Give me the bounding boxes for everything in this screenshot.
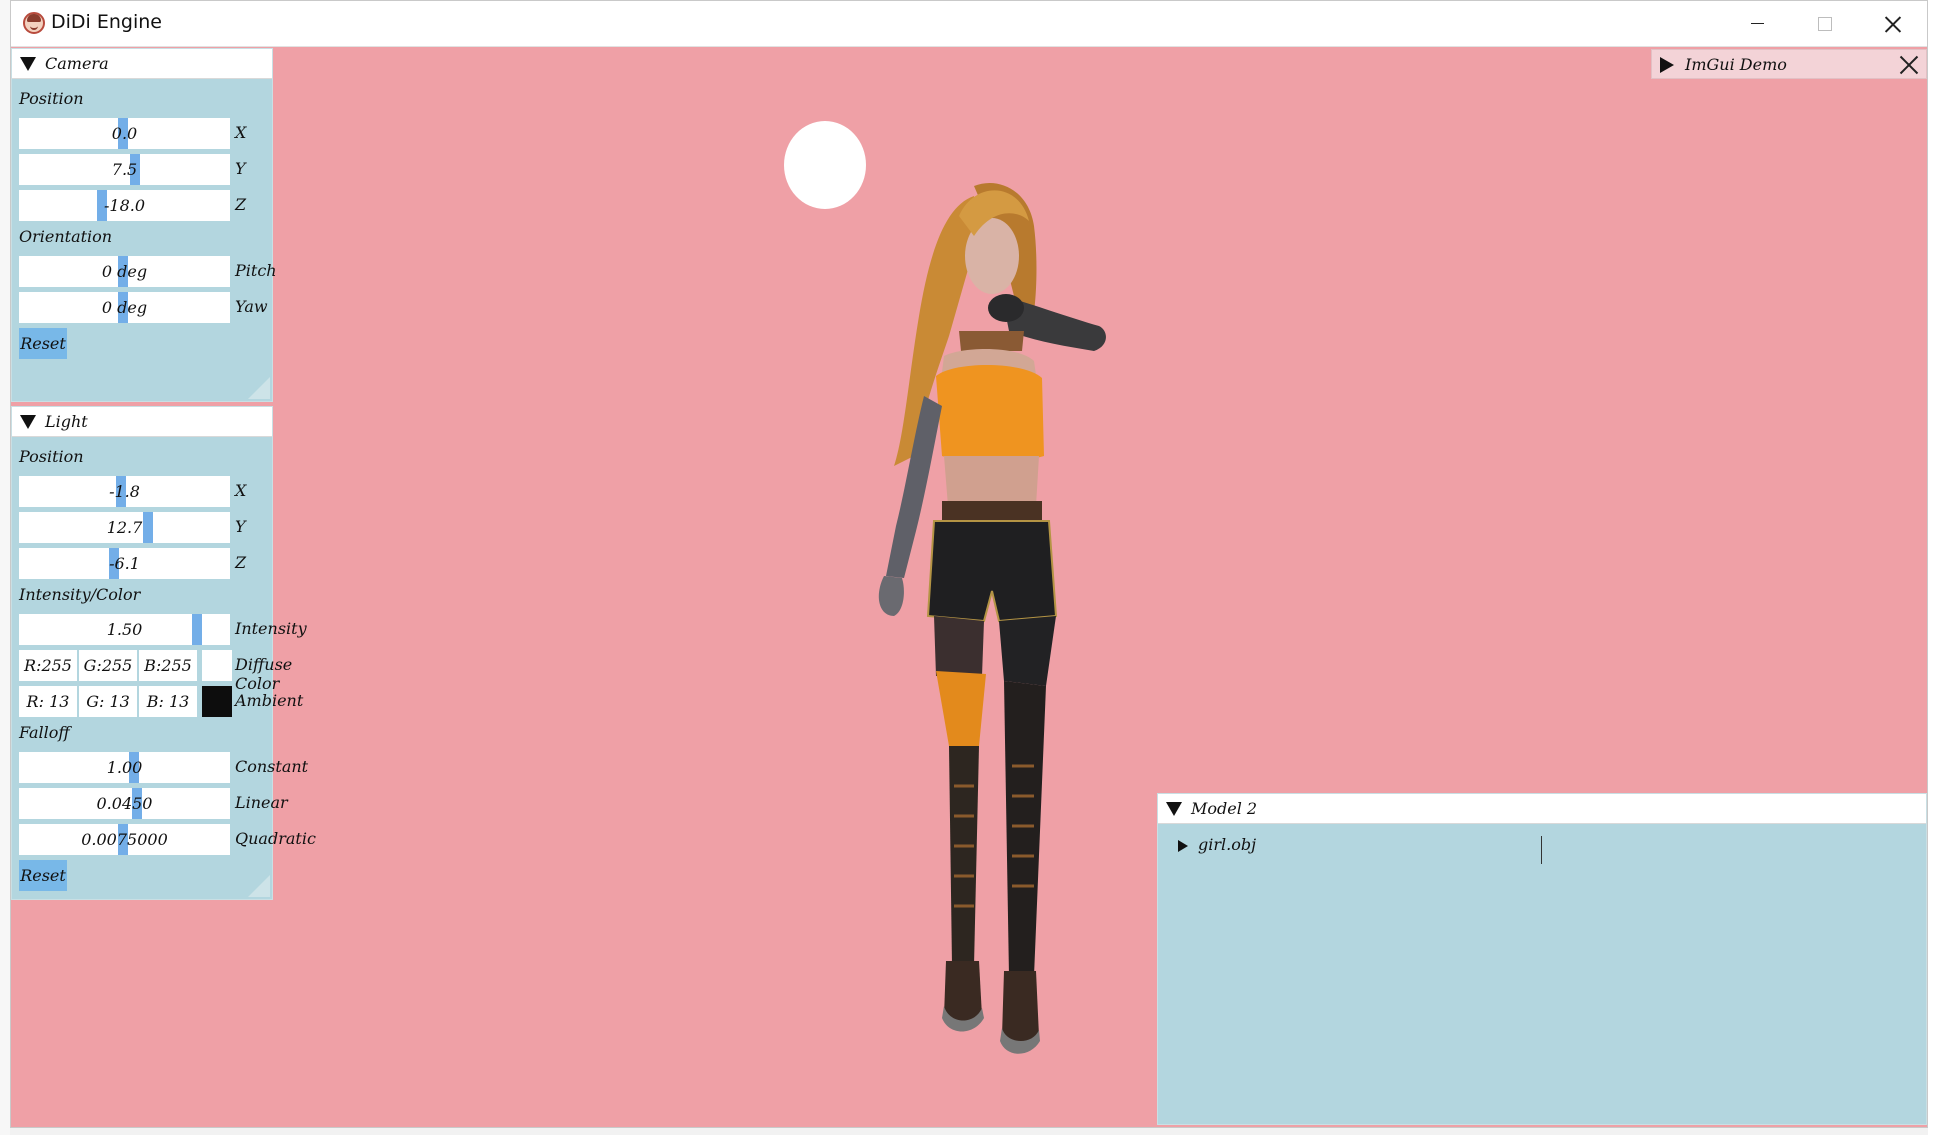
quadratic-label: Quadratic [235,829,316,848]
maximize-button[interactable] [1791,1,1859,46]
minimize-icon [1750,23,1764,24]
diffuse-r-input[interactable]: R:255 [19,650,77,681]
constant-value: 1.00 [106,758,143,777]
collapse-arrow-icon[interactable] [20,415,36,429]
camera-pitch-value: 0 deg [101,262,148,281]
ambient-color-swatch[interactable] [202,686,232,717]
camera-orientation-label: Orientation [19,227,113,246]
camera-position-label: Position [19,89,84,108]
collapse-arrow-icon[interactable] [20,57,36,71]
camera-panel: Camera Position 0.0 X 7.5 Y -18.0 Z Orie… [11,48,277,402]
tree-node-label: girl.obj [1198,835,1257,854]
model-panel-header[interactable]: Model 2 [1158,794,1926,824]
camera-y-label: Y [235,159,246,178]
camera-yaw-label: Yaw [235,297,268,316]
close-icon[interactable] [1900,56,1918,74]
intensity-value: 1.50 [106,620,143,639]
slider-grab[interactable] [192,614,202,645]
light-panel-title: Light [45,412,88,431]
expand-arrow-icon[interactable] [1660,57,1674,73]
background-desktop-left [0,0,10,1135]
diffuse-color-label: Diffuse Color [235,655,293,693]
camera-panel-header[interactable]: Camera [12,49,272,79]
light-x-slider[interactable]: -1.8 [19,476,230,507]
tree-node-girl-obj[interactable]: girl.obj [1178,835,1256,854]
resize-grip[interactable] [248,875,270,897]
ambient-g-input[interactable]: G: 13 [79,686,137,717]
window-title: DiDi Engine [51,11,162,33]
light-z-slider[interactable]: -6.1 [19,548,230,579]
light-z-value: -6.1 [109,554,140,573]
column-separator[interactable] [1541,836,1542,864]
linear-slider[interactable]: 0.0450 [19,788,230,819]
app-window: DiDi Engine Camera Position 0.0 X 7.5 Y … [10,0,1928,1128]
light-x-value: -1.8 [109,482,140,501]
camera-pitch-slider[interactable]: 0 deg [19,256,230,287]
resize-grip[interactable] [248,377,270,399]
falloff-label: Falloff [19,723,70,742]
diffuse-b-input[interactable]: B:255 [139,650,197,681]
light-x-label: X [235,481,247,500]
light-y-value: 12.7 [106,518,143,537]
light-z-label: Z [235,553,247,572]
minimize-button[interactable] [1723,1,1791,46]
imgui-demo-window[interactable]: ImGui Demo [1651,49,1927,79]
constant-label: Constant [235,757,309,776]
maximize-icon [1818,16,1832,31]
model-panel-title: Model 2 [1191,799,1258,818]
intensity-slider[interactable]: 1.50 [19,614,230,645]
quadratic-value: 0.0075000 [81,830,168,849]
diffuse-color-swatch[interactable] [202,650,232,681]
light-panel-header[interactable]: Light [12,407,272,437]
light-position-label: Position [19,447,84,466]
background-desktop-right [1928,0,1940,1135]
camera-y-slider[interactable]: 7.5 [19,154,230,185]
intensity-color-label: Intensity/Color [19,585,141,604]
close-icon [1885,16,1901,32]
character-model [878,182,1106,1054]
camera-y-value: 7.5 [111,160,138,179]
diffuse-g-input[interactable]: G:255 [79,650,137,681]
app-logo-icon [23,12,45,34]
tree-expand-icon[interactable] [1178,839,1188,852]
camera-x-value: 0.0 [111,124,138,143]
light-y-slider[interactable]: 12.7 [19,512,230,543]
collapse-arrow-icon[interactable] [1166,802,1182,816]
linear-label: Linear [235,793,288,812]
slider-grab[interactable] [143,512,153,543]
camera-yaw-slider[interactable]: 0 deg [19,292,230,323]
light-panel: Light Position -1.8 X 12.7 Y -6.1 Z Inte… [11,406,316,900]
light-reset-button[interactable]: Reset [19,860,67,891]
ambient-b-input[interactable]: B: 13 [139,686,197,717]
camera-x-slider[interactable]: 0.0 [19,118,230,149]
imgui-demo-title: ImGui Demo [1685,55,1787,74]
model-panel: Model 2 girl.obj [1157,793,1927,1125]
linear-value: 0.0450 [96,794,153,813]
camera-x-label: X [235,123,247,142]
camera-z-label: Z [235,195,247,214]
ambient-label: Ambient [235,691,304,710]
quadratic-slider[interactable]: 0.0075000 [19,824,230,855]
camera-z-value: -18.0 [103,196,146,215]
camera-pitch-label: Pitch [235,261,277,280]
intensity-label: Intensity [235,619,307,638]
camera-yaw-value: 0 deg [101,298,148,317]
light-y-label: Y [235,517,246,536]
ambient-r-input[interactable]: R: 13 [19,686,77,717]
close-window-button[interactable] [1859,1,1927,46]
camera-reset-button[interactable]: Reset [19,328,67,359]
title-bar[interactable]: DiDi Engine [11,1,1927,47]
constant-slider[interactable]: 1.00 [19,752,230,783]
camera-z-slider[interactable]: -18.0 [19,190,230,221]
camera-panel-title: Camera [45,54,109,73]
